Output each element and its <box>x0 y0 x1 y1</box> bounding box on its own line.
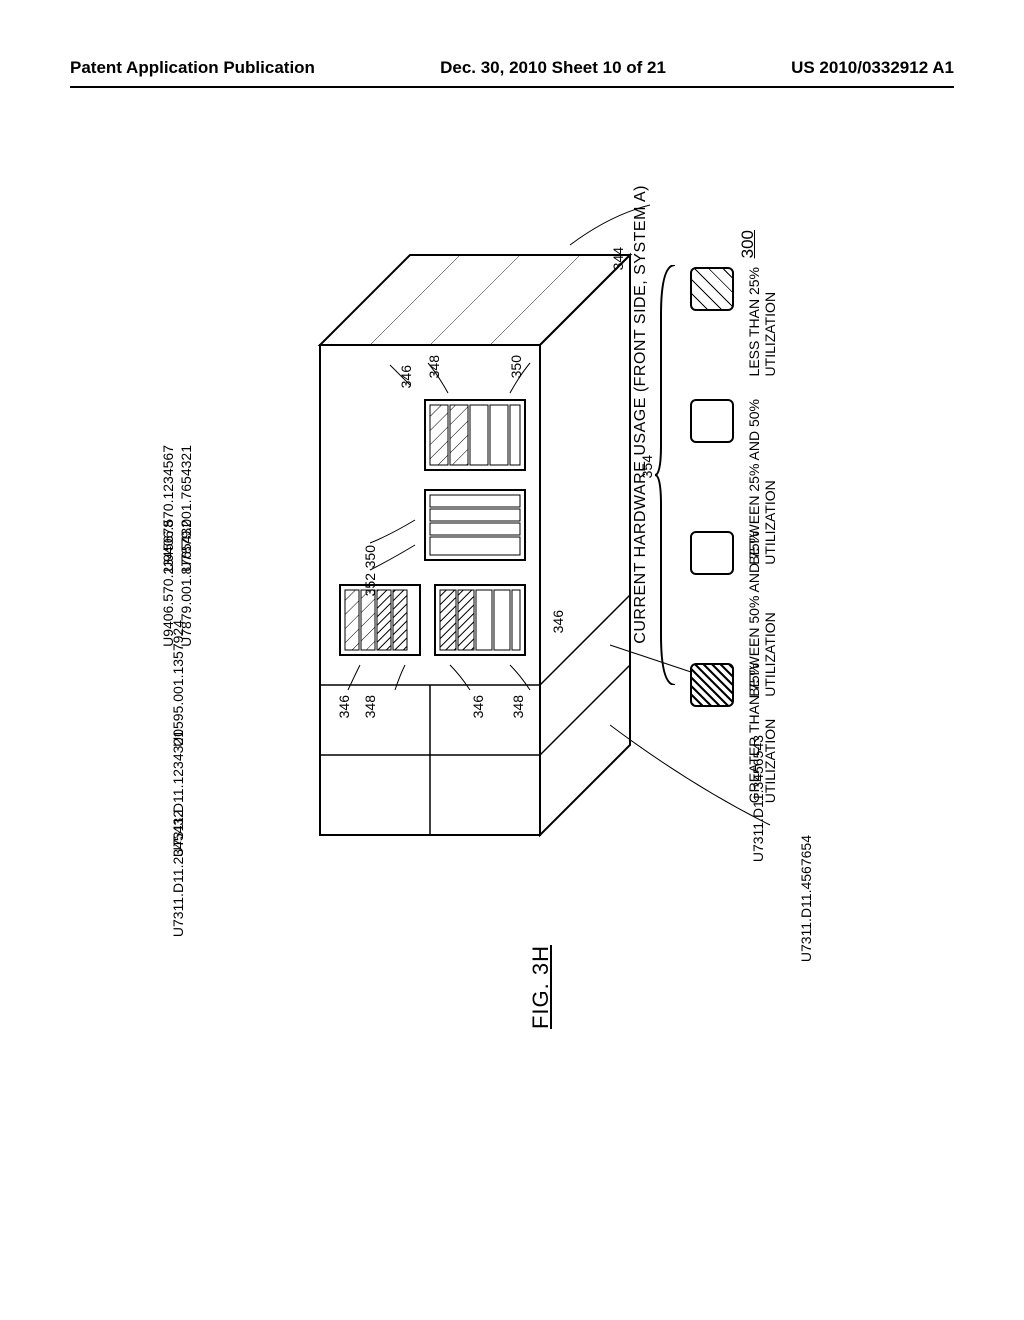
rack-diagram <box>310 225 640 845</box>
ref-346-a: 346 <box>398 365 414 388</box>
legend-swatch-25-50 <box>690 399 734 443</box>
ref-350-a: 350 <box>508 355 524 378</box>
figure-stage: CURRENT HARDWARE USAGE (FRONT SIDE, SYST… <box>110 175 930 1075</box>
header-center: Dec. 30, 2010 Sheet 10 of 21 <box>440 58 666 78</box>
ref-344: 344 <box>610 247 626 270</box>
shelf-1 <box>425 400 525 470</box>
legend: LESS THAN 25% UTILIZATION BETWEEN 25% AN… <box>690 267 940 795</box>
legend-item-lt25: LESS THAN 25% UTILIZATION <box>690 267 940 363</box>
figure-number: 300 <box>738 230 758 258</box>
legend-item-50-75: BETWEEN 50% AND 75% UTILIZATION <box>690 531 940 627</box>
ref-348-a: 348 <box>426 355 442 378</box>
ref-346-d: 346 <box>550 610 566 633</box>
ref-346-b: 346 <box>336 695 352 718</box>
shelf-2 <box>425 490 525 560</box>
ref-354: 354 <box>639 455 655 478</box>
legend-swatch-gt75 <box>690 663 734 707</box>
legend-brace-icon <box>655 265 679 685</box>
rack-svg <box>310 225 640 845</box>
legend-swatch-lt25 <box>690 267 734 311</box>
ref-346-c: 346 <box>470 695 486 718</box>
legend-label-gt75: GREATER THAN 75% UTILIZATION <box>746 663 778 803</box>
ref-348-b: 348 <box>362 695 378 718</box>
legend-label-lt25: LESS THAN 25% UTILIZATION <box>746 267 778 376</box>
ref-352: 352 <box>362 573 378 596</box>
row-label-6: U7311.D11.2345432 <box>170 810 186 937</box>
row-label-4: U0595.001.1357924 <box>170 620 186 747</box>
header-left: Patent Application Publication <box>70 58 315 78</box>
page-header: Patent Application Publication Dec. 30, … <box>0 58 1024 78</box>
header-rule <box>70 86 954 88</box>
legend-swatch-50-75 <box>690 531 734 575</box>
ref-350-b: 350 <box>362 545 378 568</box>
ref-348-c: 348 <box>510 695 526 718</box>
legend-item-gt75: GREATER THAN 75% UTILIZATION <box>690 663 940 759</box>
header-right: US 2010/0332912 A1 <box>791 58 954 78</box>
legend-item-25-50: BETWEEN 25% AND 50% UTILIZATION <box>690 399 940 495</box>
extra-label-1: U7311.D11.4567654 <box>798 835 814 962</box>
figure-caption: FIG. 3H <box>528 945 554 1029</box>
